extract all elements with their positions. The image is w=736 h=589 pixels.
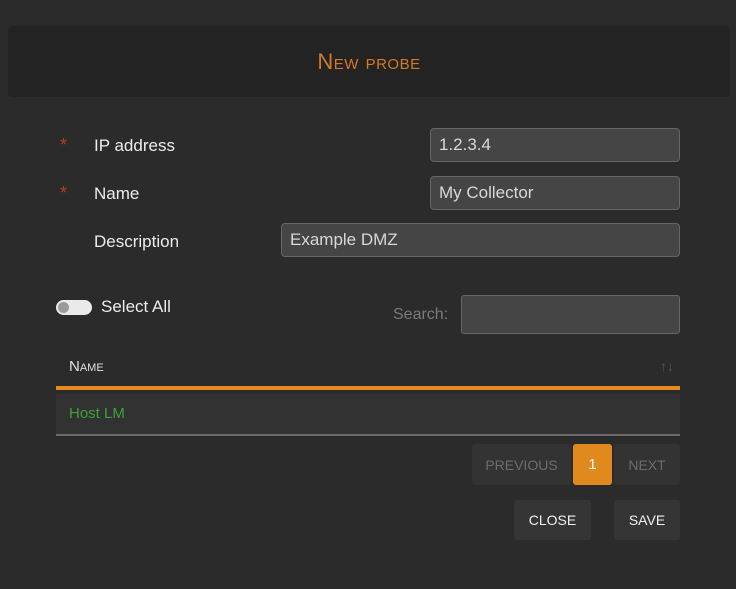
- previous-button[interactable]: PREVIOUS: [472, 444, 571, 485]
- column-header-name[interactable]: Name: [69, 358, 104, 375]
- toggle-knob: [58, 302, 69, 313]
- required-asterisk: *: [60, 135, 68, 155]
- description-label: Description: [94, 232, 180, 251]
- next-button[interactable]: NEXT: [614, 444, 680, 485]
- search-label: Search:: [393, 306, 449, 323]
- description-input[interactable]: Example DMZ: [281, 223, 680, 257]
- select-all-label: Select All: [101, 297, 171, 316]
- ip-address-input[interactable]: 1.2.3.4: [430, 128, 680, 162]
- name-label: Name: [94, 184, 140, 203]
- ip-address-label: IP address: [94, 136, 175, 155]
- dialog-title: New probe: [317, 48, 421, 74]
- row-name-cell: Host LM: [69, 405, 125, 422]
- name-input[interactable]: My Collector: [430, 176, 680, 210]
- select-all-toggle[interactable]: [56, 300, 92, 315]
- table-row[interactable]: Host LM: [56, 394, 680, 436]
- close-button[interactable]: CLOSE: [514, 500, 591, 540]
- search-input[interactable]: [461, 295, 680, 334]
- new-probe-dialog: New probe * IP address 1.2.3.4 * Name My…: [0, 0, 736, 589]
- pagination: PREVIOUS 1 NEXT: [472, 444, 680, 485]
- required-asterisk: *: [60, 183, 68, 203]
- table-header: Name ↑↓: [56, 344, 680, 390]
- page-1-button[interactable]: 1: [573, 444, 612, 485]
- sort-icon[interactable]: ↑↓: [660, 358, 674, 374]
- dialog-header: New probe: [8, 26, 730, 97]
- save-button[interactable]: SAVE: [614, 500, 680, 540]
